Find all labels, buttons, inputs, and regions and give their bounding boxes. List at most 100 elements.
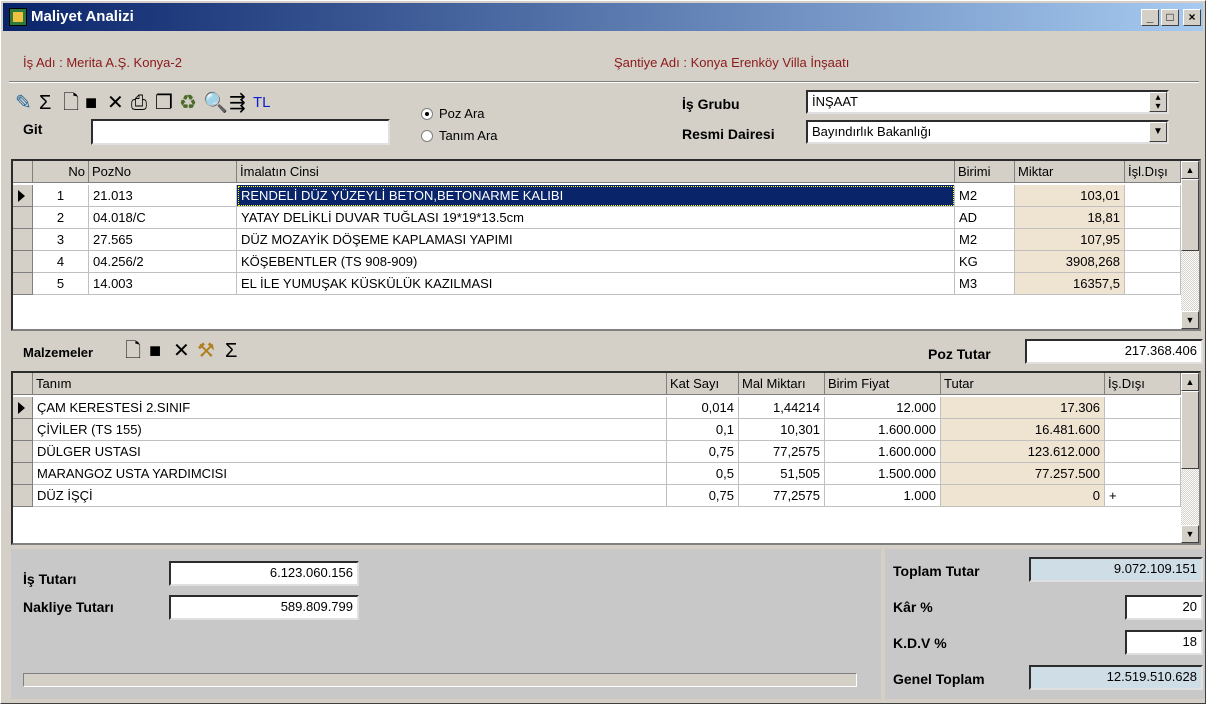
cell-isl-disi[interactable] [1125,251,1181,273]
scroll-thumb[interactable] [1181,179,1199,251]
genel-toplam-field[interactable]: 12.519.510.628 [1029,665,1203,690]
add-record-icon[interactable]: ✎ [15,92,32,114]
cell-imalat[interactable]: KÖŞEBENTLER (TS 908-909) [237,251,955,273]
scroll-thumb[interactable] [1181,391,1199,469]
git-input[interactable] [91,119,390,145]
col-header-birim-fiyat[interactable]: Birim Fiyat [825,373,941,395]
cell-imalat[interactable]: DÜZ MOZAYİK DÖŞEME KAPLAMASI YAPIMI [237,229,955,251]
table-row[interactable]: DÜZ İŞÇİ 0,75 77,2575 1.000 0 + [13,485,1199,507]
col-header-pozno[interactable]: PozNo [89,161,237,183]
scroll-down-icon[interactable]: ▼ [1181,311,1199,329]
cell-tanim[interactable]: ÇİVİLER (TS 155) [33,419,667,441]
table-row[interactable]: 3 27.565 DÜZ MOZAYİK DÖŞEME KAPLAMASI YA… [13,229,1199,251]
cell-mal-miktari[interactable]: 10,301 [739,419,825,441]
cell-birimi[interactable]: KG [955,251,1015,273]
table-row[interactable]: 2 04.018/C YATAY DELİKLİ DUVAR TUĞLASI 1… [13,207,1199,229]
cell-tutar[interactable]: 16.481.600 [941,419,1105,441]
cell-pozno[interactable]: 21.013 [89,185,237,207]
cell-tutar[interactable]: 77.257.500 [941,463,1105,485]
kdv-field[interactable]: 18 [1125,630,1203,655]
kar-field[interactable]: 20 [1125,595,1203,620]
nakliye-tutari-field[interactable]: 589.809.799 [169,595,359,620]
new-document-icon[interactable]: 🗋 [63,92,79,114]
col-header-kat-sayi[interactable]: Kat Sayı [667,373,739,395]
delete-material-icon[interactable]: ✕ [173,340,190,362]
col-header-isl-disi[interactable]: İşl.Dışı [1125,161,1181,183]
cell-birimi[interactable]: AD [955,207,1015,229]
cell-birimi[interactable]: M2 [955,229,1015,251]
col-header-birimi[interactable]: Birimi [955,161,1015,183]
zoom-icon[interactable]: 🔍 [203,92,228,114]
delete-icon[interactable]: ✕ [107,92,124,114]
cell-birim-fiyat[interactable]: 1.600.000 [825,441,941,463]
table-row[interactable]: DÜLGER USTASI 0,75 77,2575 1.600.000 123… [13,441,1199,463]
cell-miktar[interactable]: 16357,5 [1015,273,1125,295]
cell-no[interactable]: 2 [33,207,89,229]
table-row[interactable]: 1 21.013 RENDELİ DÜZ YÜZEYLİ BETON,BETON… [13,185,1199,207]
cell-pozno[interactable]: 14.003 [89,273,237,295]
cell-no[interactable]: 3 [33,229,89,251]
scroll-down-icon[interactable]: ▼ [1181,525,1199,543]
cell-imalat[interactable]: RENDELİ DÜZ YÜZEYLİ BETON,BETONARME KALI… [237,185,955,207]
cell-mal-miktari[interactable]: 77,2575 [739,441,825,463]
cell-birimi[interactable]: M2 [955,185,1015,207]
cell-pozno[interactable]: 04.018/C [89,207,237,229]
cell-miktar[interactable]: 107,95 [1015,229,1125,251]
cell-birim-fiyat[interactable]: 1.600.000 [825,419,941,441]
cell-kat-sayi[interactable]: 0,1 [667,419,739,441]
materials-table-scrollbar[interactable]: ▲ ▼ [1181,373,1199,543]
close-button[interactable]: × [1183,9,1201,26]
poz-ara-radio[interactable]: Poz Ara [421,106,485,121]
save-material-icon[interactable]: ■ [149,340,161,362]
cell-tutar[interactable]: 123.612.000 [941,441,1105,463]
is-grubu-input[interactable]: İNŞAAT [806,90,1169,114]
print-icon[interactable]: ⎙ [131,92,147,114]
table-row[interactable]: MARANGOZ USTA YARDIMCISI 0,5 51,505 1.50… [13,463,1199,485]
cell-isl-disi[interactable] [1125,185,1181,207]
cell-no[interactable]: 4 [33,251,89,273]
sum-material-icon[interactable]: Σ [225,340,237,362]
cell-tanim[interactable]: ÇAM KERESTESİ 2.SINIF [33,397,667,419]
col-header-tutar[interactable]: Tutar [941,373,1105,395]
cell-birim-fiyat[interactable]: 12.000 [825,397,941,419]
cell-kat-sayi[interactable]: 0,75 [667,441,739,463]
scroll-up-icon[interactable]: ▲ [1181,161,1199,179]
tanim-ara-radio[interactable]: Tanım Ara [421,128,498,143]
cell-tanim[interactable]: DÜLGER USTASI [33,441,667,463]
cell-pozno[interactable]: 04.256/2 [89,251,237,273]
cell-tanim[interactable]: DÜZ İŞÇİ [33,485,667,507]
is-tutari-field[interactable]: 6.123.060.156 [169,561,359,586]
scroll-up-icon[interactable]: ▲ [1181,373,1199,391]
spin-button[interactable]: ▴ ▾ [1149,92,1167,112]
new-material-icon[interactable]: 🗋 [125,340,141,362]
cell-no[interactable]: 1 [33,185,89,207]
col-header-tanim[interactable]: Tanım [33,373,667,395]
cell-miktar[interactable]: 103,01 [1015,185,1125,207]
copy-icon[interactable]: ❐ [155,92,173,114]
tools-icon[interactable]: ⚒ [197,340,215,362]
table-row[interactable]: 4 04.256/2 KÖŞEBENTLER (TS 908-909) KG 3… [13,251,1199,273]
cell-isl-disi[interactable] [1125,207,1181,229]
maximize-button[interactable]: □ [1161,9,1179,26]
cell-birim-fiyat[interactable]: 1.000 [825,485,941,507]
settings-icon[interactable]: ⇶ [229,92,246,114]
cell-no[interactable]: 5 [33,273,89,295]
recycle-icon[interactable]: ♻ [179,92,197,114]
cell-miktar[interactable]: 3908,268 [1015,251,1125,273]
toplam-tutar-field[interactable]: 9.072.109.151 [1029,557,1203,582]
cell-mal-miktari[interactable]: 51,505 [739,463,825,485]
cell-birimi[interactable]: M3 [955,273,1015,295]
cell-isl-disi[interactable] [1125,229,1181,251]
cell-imalat[interactable]: YATAY DELİKLİ DUVAR TUĞLASI 19*19*13.5cm [237,207,955,229]
cell-isl-disi[interactable] [1125,273,1181,295]
cell-tutar[interactable]: 17.306 [941,397,1105,419]
title-bar[interactable]: Maliyet Analizi _ □ × [3,3,1203,31]
cell-mal-miktari[interactable]: 1,44214 [739,397,825,419]
poz-table-scrollbar[interactable]: ▲ ▼ [1181,161,1199,329]
col-header-mal-miktari[interactable]: Mal Miktarı [739,373,825,395]
resmi-dairesi-select[interactable]: Bayındırlık Bakanlığı [806,120,1169,144]
cell-pozno[interactable]: 27.565 [89,229,237,251]
chevron-down-icon[interactable]: ▼ [1149,122,1167,142]
cell-mal-miktari[interactable]: 77,2575 [739,485,825,507]
sum-icon[interactable]: Σ [39,92,51,114]
